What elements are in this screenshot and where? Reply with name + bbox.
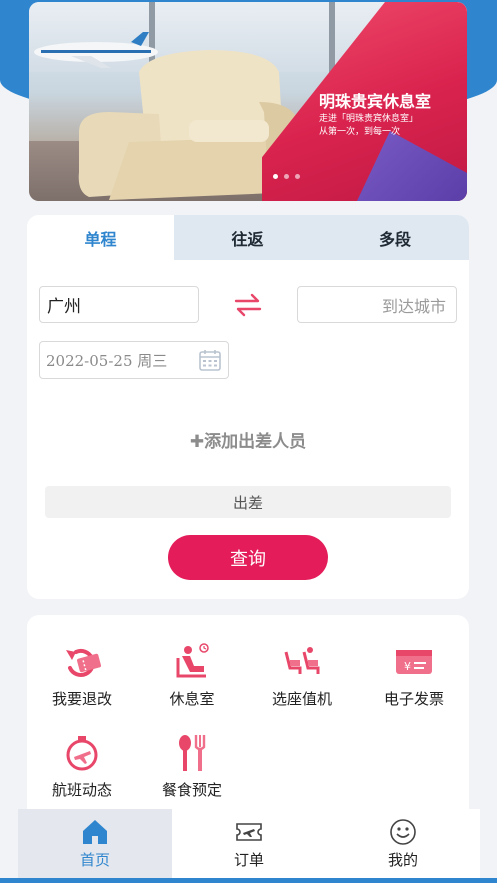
tabbar-item-home[interactable]: 首页 [18, 809, 172, 878]
add-traveler-label: 添加出差人员 [204, 432, 307, 452]
refund-change-icon [66, 648, 101, 677]
banner-subtitle: 从第一次，到每一次 [319, 127, 401, 137]
services-grid: 我要退改 休息室 选座值机 ¥ 电子发票 航班动态 餐食预定 [27, 615, 469, 835]
tabbar-label: 订单 [233, 851, 264, 869]
tab-one-way[interactable]: 单程 [27, 215, 174, 260]
tabbar-label: 我的 [387, 851, 418, 869]
carousel-dot[interactable] [295, 174, 300, 179]
departure-city-field[interactable]: 广州 [39, 286, 199, 323]
service-label: 航班动态 [51, 781, 112, 799]
banner-subtitle: 走进「明珠贵宾休息室」 [319, 114, 419, 124]
service-label: 我要退改 [51, 690, 112, 708]
service-label: 休息室 [169, 690, 215, 708]
add-traveler-button[interactable]: ✚添加出差人员 [27, 427, 469, 452]
service-label: 电子发票 [383, 690, 444, 708]
seat-checkin-icon [284, 647, 320, 674]
carousel-indicator [273, 174, 300, 179]
flight-search-card: 单程 往返 多段 广州 到达城市 2022-05-25 周三 ✚添加出差人员 出… [27, 215, 469, 599]
carousel-dot[interactable] [284, 174, 289, 179]
bottom-accent-strip [0, 878, 497, 883]
tabbar-label: 首页 [79, 851, 110, 869]
plus-icon: ✚ [189, 432, 205, 452]
service-seat-checkin[interactable]: 选座值机 [252, 642, 352, 709]
bottom-tab-bar: 首页 订单 我的 [18, 809, 480, 878]
home-icon [83, 820, 107, 844]
tabbar-item-orders[interactable]: 订单 [172, 809, 326, 878]
departure-date-value: 2022-05-25 周三 [46, 351, 168, 370]
e-invoice-icon: ¥ [396, 650, 432, 674]
tab-multi-city[interactable]: 多段 [321, 215, 469, 260]
service-meal-booking[interactable]: 餐食预定 [142, 733, 242, 800]
departure-date-field[interactable]: 2022-05-25 周三 [39, 341, 229, 379]
search-button[interactable]: 查询 [168, 535, 328, 580]
tabbar-item-profile[interactable]: 我的 [326, 809, 480, 878]
svg-text:¥: ¥ [404, 660, 411, 673]
swap-cities-icon[interactable] [232, 291, 264, 319]
order-ticket-icon [236, 823, 262, 841]
meal-booking-icon [179, 735, 206, 771]
arrival-city-field[interactable]: 到达城市 [297, 286, 457, 323]
flight-status-icon [66, 736, 98, 771]
service-e-invoice[interactable]: ¥ 电子发票 [364, 642, 464, 709]
promo-banner[interactable]: 明珠贵宾休息室 走进「明珠贵宾休息室」 从第一次，到每一次 [29, 2, 467, 201]
tab-round-trip[interactable]: 往返 [174, 215, 321, 260]
smiley-profile-icon [390, 819, 416, 845]
trip-purpose-select[interactable]: 出差 [45, 486, 451, 518]
service-lounge[interactable]: 休息室 [142, 642, 242, 709]
banner-title: 明珠贵宾休息室 [319, 92, 432, 111]
lounge-icon [176, 643, 209, 678]
service-flight-status[interactable]: 航班动态 [32, 733, 132, 800]
service-label: 选座值机 [271, 690, 332, 708]
carousel-dot[interactable] [273, 174, 278, 179]
service-refund-change[interactable]: 我要退改 [32, 642, 132, 709]
trip-mode-tabs: 单程 往返 多段 [27, 215, 469, 260]
calendar-icon [199, 350, 221, 371]
service-label: 餐食预定 [161, 781, 222, 799]
